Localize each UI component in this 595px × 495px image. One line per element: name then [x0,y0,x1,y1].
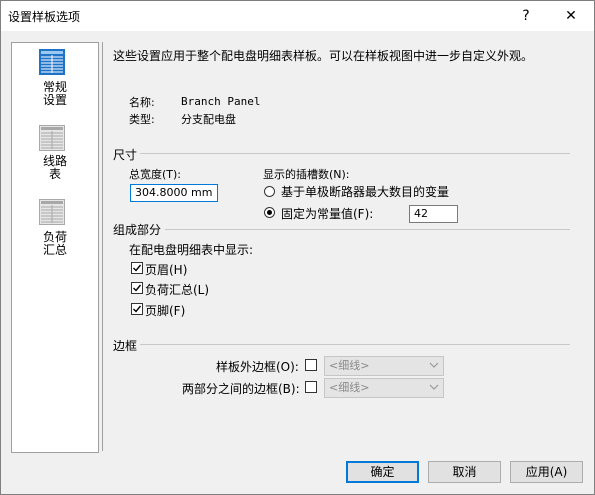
divider [140,153,570,154]
outer-border-value: <细线> [329,359,370,372]
chevron-down-icon [429,362,439,368]
type-label: 类型: [129,113,155,126]
sidebar: 常规设置 线路表 负荷汇总 [11,42,99,453]
sidebar-item-label: 常规设置 [42,80,67,107]
description-text: 这些设置应用于整个配电盘明细表样板。可以在样板视图中进一步自定义外观。 [113,49,534,63]
header-label: 页眉(H) [145,263,188,277]
total-width-label: 总宽度(T): [129,168,182,181]
variable-slots-radio[interactable] [264,186,275,197]
footer-label: 页脚(F) [145,304,186,318]
outer-border-checkbox[interactable] [305,359,317,371]
between-border-label: 两部分之间的边框(B): [182,382,300,396]
divider [165,229,570,230]
close-button[interactable]: ✕ [548,0,594,31]
table-icon [39,125,65,151]
chevron-down-icon [429,384,439,390]
sidebar-item-load-summary[interactable]: 负荷汇总 [12,195,98,267]
help-button[interactable]: ? [503,0,549,31]
fixed-slots-input[interactable]: 42 [409,205,458,223]
outer-border-select[interactable]: <细线> [324,356,444,376]
name-label: 名称: [129,96,155,109]
variable-slots-label: 基于单极断路器最大数目的变量 [281,185,450,199]
sidebar-item-general[interactable]: 常规设置 [12,45,98,117]
between-border-select[interactable]: <细线> [324,378,444,398]
cancel-button[interactable]: 取消 [428,461,501,483]
load-summary-checkbox[interactable] [131,282,143,294]
window-title: 设置样板选项 [8,10,81,24]
checkmark-icon [133,284,142,292]
between-border-checkbox[interactable] [305,381,317,393]
checkmark-icon [133,264,142,272]
name-value: Branch Panel [181,95,261,108]
slots-label: 显示的插槽数(N): [263,168,350,181]
footer-checkbox[interactable] [131,303,143,315]
sidebar-item-circuit-table[interactable]: 线路表 [12,121,98,193]
ok-button[interactable]: 确定 [346,461,419,483]
borders-section-title: 边框 [113,339,138,353]
header-checkbox[interactable] [131,262,143,274]
between-border-value: <细线> [329,381,370,394]
components-section-title: 组成部分 [113,223,162,237]
checkmark-icon [133,305,142,313]
type-value: 分支配电盘 [181,113,236,126]
apply-button[interactable]: 应用(A) [510,461,583,483]
sidebar-item-label: 负荷汇总 [42,230,67,257]
table-icon [39,199,65,225]
load-summary-label: 负荷汇总(L) [145,283,210,297]
fixed-slots-label: 固定为常量值(F): [281,207,374,221]
outer-border-label: 样板外边框(O): [216,360,299,374]
total-width-input[interactable]: 304.8000 mm [130,184,218,202]
sidebar-item-label: 线路表 [42,154,67,181]
size-section-title: 尺寸 [113,148,138,162]
fixed-slots-radio[interactable] [264,207,275,218]
show-in-schedule-label: 在配电盘明细表中显示: [129,243,254,257]
divider [140,344,570,345]
table-icon [39,49,65,75]
